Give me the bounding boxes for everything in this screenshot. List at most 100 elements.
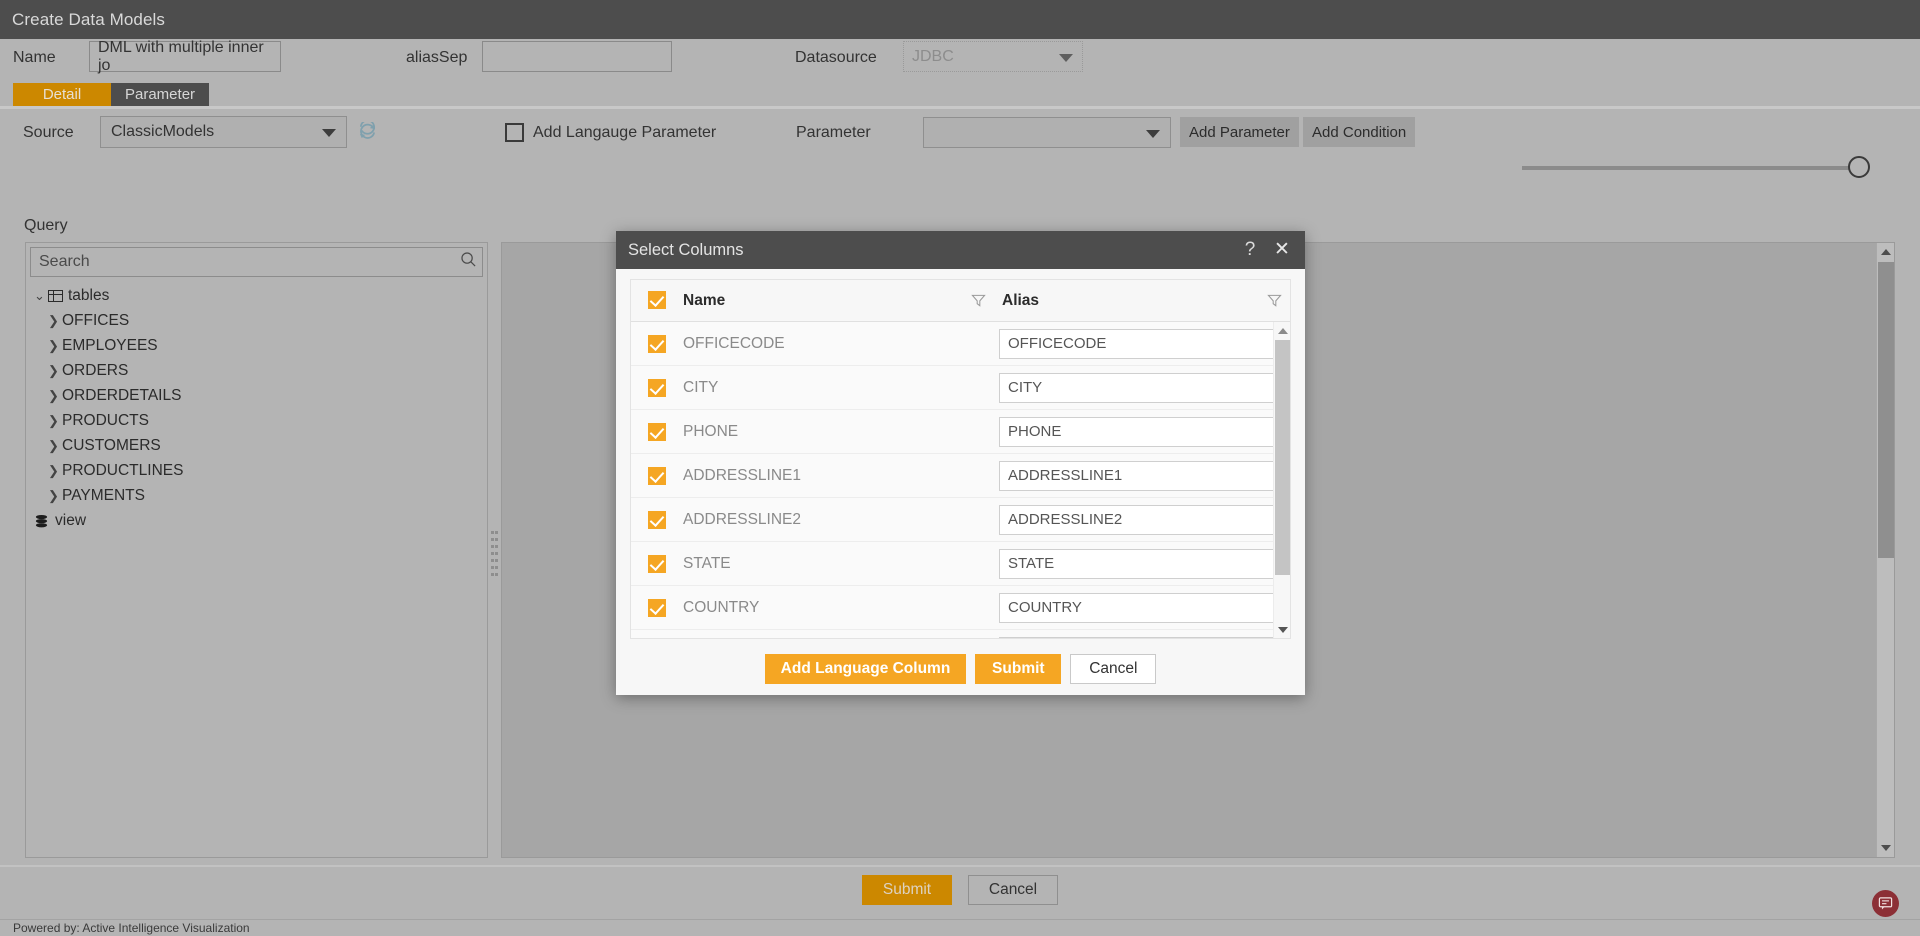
row-checkbox[interactable] (648, 511, 666, 534)
select-all-checkbox[interactable] (648, 291, 666, 314)
tab-detail[interactable]: Detail (13, 83, 111, 106)
column-header-name: Name (683, 292, 726, 309)
grid-header-row: Name Alias (631, 280, 1290, 322)
grid-scroll-down-arrow[interactable] (1274, 621, 1290, 638)
source-value: ClassicModels (111, 123, 215, 140)
tree-node-label: ORDERDETAILS (62, 386, 182, 404)
row-alias-input[interactable] (999, 328, 1276, 359)
tree-node-productlines[interactable]: ❯ PRODUCTLINES (30, 458, 483, 483)
chevron-down-icon (1146, 129, 1160, 138)
chevron-right-icon: ❯ (48, 312, 59, 328)
grid-vertical-scrollbar[interactable] (1273, 322, 1290, 638)
tree-node-label: OFFICES (62, 311, 130, 329)
add-language-column-button[interactable]: Add Language Column (764, 654, 967, 684)
chevron-right-icon: ❯ (48, 337, 59, 353)
tree-node-orderdetails[interactable]: ❯ ORDERDETAILS (30, 383, 483, 408)
source-label: Source (23, 124, 74, 141)
filter-icon[interactable] (971, 293, 986, 313)
tree-node-offices[interactable]: ❯ OFFICES (30, 308, 483, 333)
source-select[interactable]: ClassicModels (100, 116, 347, 148)
row-checkbox[interactable] (648, 379, 666, 402)
tree-node-customers[interactable]: ❯ CUSTOMERS (30, 433, 483, 458)
search-box[interactable] (30, 247, 483, 277)
footer-buttons: Submit Cancel (0, 875, 1920, 909)
chevron-down-icon (1059, 53, 1073, 62)
row-alias-input[interactable] (999, 504, 1276, 535)
parameter-select[interactable] (923, 117, 1171, 148)
tree-node-products[interactable]: ❯ PRODUCTS (30, 408, 483, 433)
datasource-value: JDBC (912, 47, 954, 65)
row-name: ADDRESSLINE2 (683, 510, 802, 528)
table-row[interactable]: CITY (631, 366, 1290, 410)
row-checkbox[interactable] (648, 335, 666, 358)
row-alias-input[interactable] (999, 416, 1276, 447)
select-columns-dialog: Select Columns ? ✕ Name Alias OFFICECODE… (616, 231, 1305, 695)
refresh-icon[interactable] (357, 119, 377, 142)
row-alias-input[interactable] (999, 548, 1276, 579)
tree-node-view[interactable]: view (30, 508, 483, 533)
row-name: OFFICECODE (683, 334, 785, 352)
table-row[interactable]: ADDRESSLINE1 (631, 454, 1290, 498)
dialog-cancel-button[interactable]: Cancel (1070, 654, 1157, 684)
search-icon[interactable] (454, 251, 482, 273)
tree-node-label: PRODUCTS (62, 411, 149, 429)
row-checkbox[interactable] (648, 467, 666, 490)
table-row[interactable]: STATE (631, 542, 1290, 586)
add-language-parameter-checkbox[interactable] (505, 123, 524, 142)
zoom-slider-track[interactable] (1522, 166, 1862, 170)
powered-by-text: Powered by: Active Intelligence Visualiz… (13, 921, 250, 935)
canvas-vertical-scrollbar[interactable] (1876, 243, 1894, 857)
row-checkbox[interactable] (648, 423, 666, 446)
datasource-select[interactable]: JDBC (903, 41, 1083, 72)
add-parameter-button[interactable]: Add Parameter (1180, 117, 1299, 147)
question-mark-icon[interactable]: ? (1239, 239, 1261, 261)
name-input[interactable]: DML with multiple inner jo (89, 39, 281, 74)
tree-node-employees[interactable]: ❯ EMPLOYEES (30, 333, 483, 358)
row-checkbox[interactable] (648, 555, 666, 578)
chevron-right-icon: ❯ (48, 362, 59, 378)
aliassep-input[interactable] (482, 41, 672, 72)
table-row[interactable]: OFFICECODE (631, 322, 1290, 366)
row-alias-input[interactable] (999, 372, 1276, 403)
table-row[interactable]: ADDRESSLINE2 (631, 498, 1290, 542)
tree-node-label: tables (68, 286, 110, 304)
tab-bar: Detail Parameter (13, 83, 210, 106)
canvas-scroll-thumb[interactable] (1878, 262, 1894, 558)
grid-scroll-thumb[interactable] (1275, 340, 1290, 575)
table-row[interactable]: PHONE (631, 410, 1290, 454)
panel-splitter-handle[interactable] (490, 529, 500, 576)
zoom-slider-thumb[interactable] (1848, 156, 1870, 178)
datasource-label: Datasource (795, 49, 877, 66)
chevron-right-icon: ❯ (48, 412, 59, 428)
row-alias-input[interactable] (999, 460, 1276, 491)
close-icon[interactable]: ✕ (1271, 239, 1293, 261)
row-checkbox[interactable] (648, 599, 666, 622)
tab-parameter[interactable]: Parameter (111, 83, 210, 106)
table-row[interactable]: POSTALCODE (631, 630, 1290, 638)
filter-icon[interactable] (1267, 293, 1282, 313)
tree-node-label: CUSTOMERS (62, 436, 161, 454)
tree-node-payments[interactable]: ❯ PAYMENTS (30, 483, 483, 508)
row-alias-input[interactable] (999, 636, 1276, 638)
tree-node-tables[interactable]: ⌄ tables (30, 283, 483, 308)
submit-button[interactable]: Submit (862, 875, 952, 905)
app-title: Create Data Models (12, 9, 165, 29)
chat-bubble-icon[interactable] (1872, 890, 1899, 917)
tree-node-label: EMPLOYEES (62, 336, 158, 354)
add-condition-button[interactable]: Add Condition (1303, 117, 1416, 147)
page-body: Name DML with multiple inner jo aliasSep… (0, 39, 1920, 936)
tree-node-orders[interactable]: ❯ ORDERS (30, 358, 483, 383)
scroll-up-arrow[interactable] (1877, 243, 1895, 261)
chevron-right-icon: ❯ (48, 437, 59, 453)
search-input[interactable] (31, 252, 454, 272)
scroll-down-arrow[interactable] (1877, 839, 1895, 857)
table-row[interactable]: COUNTRY (631, 586, 1290, 630)
chevron-right-icon: ❯ (48, 462, 59, 478)
row-name: COUNTRY (683, 598, 760, 616)
dialog-submit-button[interactable]: Submit (975, 654, 1062, 684)
column-header-alias: Alias (1002, 292, 1040, 309)
grid-scroll-up-arrow[interactable] (1274, 322, 1290, 339)
tree-node-label: PAYMENTS (62, 486, 145, 504)
cancel-button[interactable]: Cancel (968, 875, 1058, 905)
row-alias-input[interactable] (999, 592, 1276, 623)
